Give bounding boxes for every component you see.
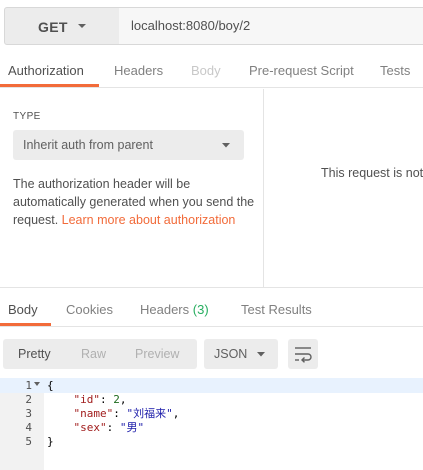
code-line: } [47,435,54,449]
auth-type-select[interactable]: Inherit auth from parent [13,130,244,160]
auth-info-message: This request is not [321,166,423,180]
line-number: 1 [25,379,32,392]
chevron-down-icon [78,24,86,28]
chevron-down-icon [257,352,265,357]
format-select[interactable]: JSON [204,339,278,369]
format-value: JSON [214,347,248,361]
request-tabs: Authorization Headers Body Pre-request S… [0,52,423,88]
tab-test-results[interactable]: Test Results [241,302,312,317]
tab-response-body[interactable]: Body [8,302,38,317]
tab-cookies[interactable]: Cookies [66,302,113,317]
view-mode-group: Pretty Raw Preview [3,339,197,369]
url-input[interactable]: localhost:8080/boy/2 [119,7,423,45]
auth-settings-panel: TYPE Inherit auth from parent The author… [0,89,264,287]
line-number: 5 [25,435,32,448]
wrap-lines-icon [295,347,312,363]
active-line-highlight [0,378,423,393]
line-number: 2 [25,393,32,406]
auth-type-value: Inherit auth from parent [23,138,153,152]
wrap-lines-button[interactable] [288,339,318,369]
tab-authorization[interactable]: Authorization [8,63,84,78]
method-label: GET [38,19,68,35]
code-line: "id": 2, [73,393,127,406]
type-label: TYPE [13,111,41,122]
fold-caret-icon[interactable] [34,382,40,387]
code-close-brace: } [47,435,54,448]
preview-button[interactable]: Preview [135,347,179,361]
chevron-down-icon [222,143,230,148]
json-value: "男" [119,421,145,434]
tab-tests[interactable]: Tests [380,63,410,78]
json-key: "sex" [73,421,107,434]
json-key: "name" [73,407,114,420]
auth-info-panel: This request is not [265,89,423,287]
json-value: 2 [113,393,120,406]
json-value: "刘福来" [126,407,173,420]
raw-button[interactable]: Raw [81,347,106,361]
code-line: "name": "刘福来", [73,407,180,420]
code-line: "sex": "男" [73,421,145,434]
learn-more-link[interactable]: Learn more about authorization [62,213,236,227]
response-body-editor[interactable]: 1 2 3 4 5 { "id": 2, "name": "刘福来", "sex… [0,378,423,470]
json-key: "id" [73,393,101,406]
line-number: 3 [25,407,32,420]
active-tab-indicator [0,84,99,87]
response-toolbar: Pretty Raw Preview JSON [0,328,423,378]
active-response-tab-indicator [0,323,51,326]
tab-response-headers-label: Headers [140,302,190,317]
method-select[interactable]: GET [4,7,120,45]
tab-body[interactable]: Body [191,63,221,78]
pretty-button[interactable]: Pretty [18,347,51,361]
headers-count-badge: (3) [192,302,209,317]
tab-response-headers[interactable]: Headers (3) [140,302,209,317]
line-number: 4 [25,421,32,434]
auth-description: The authorization header will be automat… [13,175,258,229]
request-bar: GET localhost:8080/boy/2 [0,0,423,52]
response-tabs: Body Cookies Headers (3) Test Results [0,287,423,327]
code-open-brace: { [47,379,54,392]
tab-headers[interactable]: Headers [114,63,163,78]
code-line: { [47,379,54,393]
tab-pre-request-script[interactable]: Pre-request Script [249,63,354,78]
